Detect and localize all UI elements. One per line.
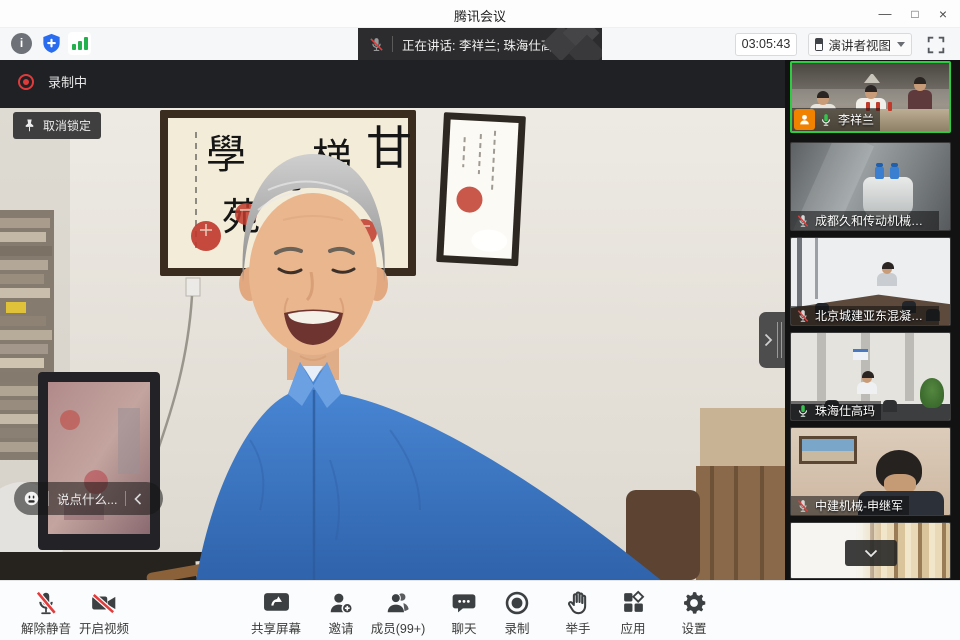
title-bar: 腾讯会议 — □ × bbox=[0, 0, 960, 28]
speaker-view-icon bbox=[815, 38, 823, 51]
fullscreen-icon[interactable] bbox=[925, 34, 947, 56]
scroll-down-button[interactable] bbox=[845, 540, 897, 566]
participant-video-zhuhai-sicoma[interactable]: 珠海仕高玛 bbox=[790, 332, 951, 421]
unpin-label: 取消锁定 bbox=[43, 117, 91, 134]
participant-name-bar: 成都久和传动机械有限... bbox=[791, 211, 939, 230]
record-dot-icon bbox=[18, 74, 34, 90]
sidebar-collapse-handle[interactable] bbox=[759, 312, 785, 368]
unpin-button[interactable]: 取消锁定 bbox=[13, 112, 101, 139]
gear-icon bbox=[681, 590, 707, 616]
meeting-top-toolbar: i 正在讲话: 李祥兰; 珠海仕高玛; 03:05:43 演讲者视图 bbox=[0, 28, 960, 60]
speaking-now-banner: 正在讲话: 李祥兰; 珠海仕高玛; bbox=[358, 28, 602, 60]
plant bbox=[920, 378, 944, 408]
participant-name: 珠海仕高玛 bbox=[815, 402, 875, 419]
svg-text:甘: 甘 bbox=[366, 121, 412, 175]
recording-indicator: 录制中 bbox=[18, 72, 87, 91]
chat-pill-divider bbox=[48, 491, 49, 506]
participants-panel: 李祥兰 成都久和传动机械有限... bbox=[785, 60, 960, 580]
chat-pill-divider bbox=[125, 491, 126, 506]
participant-video-chengdu-jiuhe[interactable]: 成都久和传动机械有限... bbox=[790, 142, 951, 231]
meeting-timer: 03:05:43 bbox=[735, 33, 797, 56]
participant-name: 成都久和传动机械有限... bbox=[815, 212, 933, 229]
chevron-right-icon bbox=[764, 333, 773, 347]
mic-muted-icon bbox=[33, 590, 59, 616]
participant-name-bar: 珠海仕高玛 bbox=[791, 401, 881, 420]
chevron-down-icon bbox=[897, 42, 905, 47]
muted-mic-icon bbox=[368, 36, 385, 53]
participant-name-bar: 中建机械-申继军 bbox=[791, 496, 909, 515]
mic-muted-icon bbox=[796, 214, 810, 228]
video-top-overlay: 录制中 bbox=[0, 60, 785, 108]
minimize-button[interactable]: — bbox=[870, 0, 900, 28]
mic-muted-icon bbox=[796, 499, 810, 513]
chat-bubble-icon bbox=[451, 590, 477, 616]
meeting-info-icon[interactable]: i bbox=[11, 33, 32, 54]
invite-person-icon bbox=[328, 590, 354, 616]
record-icon bbox=[504, 590, 530, 616]
members-icon bbox=[385, 590, 411, 616]
mic-on-icon bbox=[796, 404, 810, 418]
view-mode-dropdown[interactable]: 演讲者视图 bbox=[808, 33, 912, 56]
start-video-button[interactable]: 开启视频 bbox=[64, 588, 144, 637]
host-badge-icon bbox=[794, 109, 815, 130]
participant-name-bar: 李祥兰 bbox=[792, 108, 880, 131]
emoji-icon[interactable] bbox=[23, 490, 40, 507]
participant-name: 中建机械-申继军 bbox=[815, 497, 903, 514]
participant-name: 北京城建亚东混凝土有... bbox=[815, 307, 933, 324]
security-shield-icon[interactable] bbox=[40, 32, 63, 55]
svg-text:學: 學 bbox=[206, 132, 246, 178]
participant-name-bar: 北京城建亚东混凝土有... bbox=[791, 306, 939, 325]
desk-monitor bbox=[38, 372, 160, 550]
calligraphy-frame-small bbox=[436, 112, 526, 266]
participant-video-li-xianglan[interactable]: 李祥兰 bbox=[790, 61, 951, 133]
quick-chat-input[interactable]: 说点什么... bbox=[14, 482, 163, 515]
mic-muted-icon bbox=[796, 309, 810, 323]
chat-placeholder: 说点什么... bbox=[57, 489, 117, 508]
wall-painting bbox=[799, 436, 857, 464]
meeting-window: 腾讯会议 — □ × i 正在讲话: 李祥兰; 珠海仕高玛; 03:05:43 … bbox=[0, 0, 960, 640]
close-button[interactable]: × bbox=[928, 0, 958, 28]
apps-grid-icon bbox=[621, 590, 646, 615]
main-speaker-video: 甘 梯 才 學 苑 bbox=[0, 60, 785, 580]
start-video-label: 开启视频 bbox=[64, 618, 144, 637]
banner-divider bbox=[392, 36, 393, 52]
raise-hand-icon bbox=[566, 590, 590, 616]
participant-video-zhongjian-shenjijun[interactable]: 中建机械-申继军 bbox=[790, 427, 951, 516]
participant-video-beijing-chengjian[interactable]: 北京城建亚东混凝土有... bbox=[790, 237, 951, 326]
view-mode-label: 演讲者视图 bbox=[828, 35, 891, 54]
share-screen-icon bbox=[263, 591, 290, 615]
mic-on-icon bbox=[819, 113, 833, 127]
window-title: 腾讯会议 bbox=[0, 6, 960, 25]
chevron-down-icon bbox=[864, 549, 878, 558]
chevron-left-icon[interactable] bbox=[134, 493, 142, 505]
settings-button[interactable]: 设置 bbox=[654, 588, 734, 637]
pin-icon bbox=[23, 118, 36, 133]
bottom-toolbar: 解除静音 开启视频 共享屏幕 邀请 成员(99+) bbox=[0, 580, 960, 640]
recording-label: 录制中 bbox=[48, 72, 87, 91]
maximize-button[interactable]: □ bbox=[900, 0, 930, 28]
settings-label: 设置 bbox=[654, 618, 734, 637]
camera-off-icon bbox=[90, 590, 118, 616]
network-signal-icon[interactable] bbox=[68, 32, 91, 55]
participant-name: 李祥兰 bbox=[838, 111, 874, 128]
